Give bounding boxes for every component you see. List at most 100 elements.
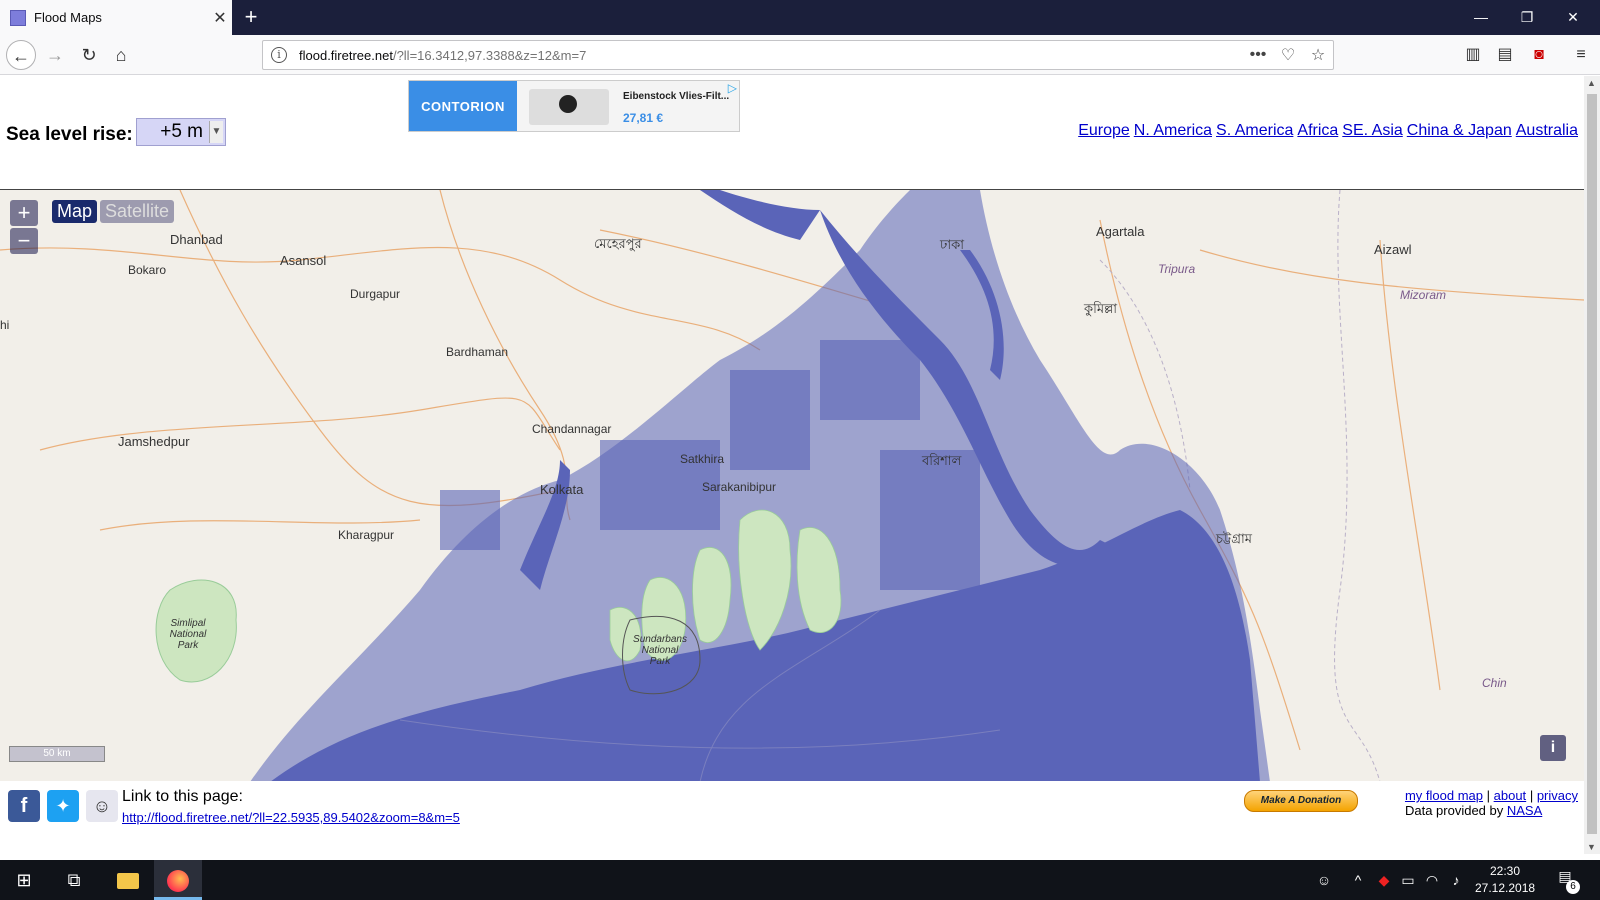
separator: | bbox=[1529, 788, 1537, 803]
ad-brand: CONTORION bbox=[409, 81, 517, 131]
tab-flood-maps[interactable]: Flood Maps ✕ bbox=[0, 0, 232, 35]
home-button[interactable]: ⌂ bbox=[106, 40, 136, 70]
map-place-label: Asansol bbox=[280, 253, 327, 268]
volume-icon[interactable]: ♪ bbox=[1446, 860, 1466, 900]
firefox-icon[interactable] bbox=[154, 860, 202, 900]
map-place-label: মেহেরপুর bbox=[594, 236, 642, 251]
map-place-label: Mizoram bbox=[1400, 288, 1447, 302]
map-place-label: Satkhira bbox=[680, 452, 725, 466]
permalink[interactable]: http://flood.firetree.net/?ll=22.5935,89… bbox=[122, 810, 460, 825]
page-actions-icon[interactable]: ••• bbox=[1243, 46, 1273, 64]
scale-bar: 50 km bbox=[9, 746, 105, 762]
map-info-button[interactable]: i bbox=[1540, 735, 1566, 761]
sea-level-select[interactable]: +5 m ▼ bbox=[136, 118, 226, 146]
library-icon[interactable]: ▥ bbox=[1458, 40, 1488, 70]
satellite-button[interactable]: Satellite bbox=[100, 200, 175, 223]
map-place-label: Dhanbad bbox=[170, 232, 223, 247]
map-place-label: Aizawl bbox=[1374, 242, 1412, 257]
map-place-label: চট্টগ্রাম bbox=[1216, 531, 1252, 546]
map-place-label: Agartala bbox=[1096, 224, 1145, 239]
address-bar[interactable]: i flood.firetree.net/?ll=16.3412,97.3388… bbox=[262, 40, 1334, 70]
url-text[interactable]: flood.firetree.net/?ll=16.3412,97.3388&z… bbox=[299, 48, 1243, 63]
map-button[interactable]: Map bbox=[52, 200, 98, 223]
region-link[interactable]: SE. Asia bbox=[1342, 122, 1402, 139]
zoom-in-button[interactable]: + bbox=[10, 200, 38, 226]
vertical-scrollbar[interactable]: ▲ ▼ bbox=[1584, 76, 1600, 854]
map-place-label: Bokaro bbox=[128, 263, 167, 277]
restore-button[interactable]: ❐ bbox=[1504, 0, 1550, 35]
ad-product-name: Eibenstock Vlies-Filt... bbox=[623, 91, 730, 102]
windows-start-icon[interactable]: ⊞ bbox=[0, 860, 48, 900]
new-tab-button[interactable]: + bbox=[238, 4, 264, 30]
title-bar: Flood Maps ✕ + — ❐ ✕ bbox=[0, 0, 1600, 35]
advertisement[interactable]: CONTORION Eibenstock Vlies-Filt... 27,81… bbox=[408, 80, 740, 132]
back-button[interactable]: ← bbox=[6, 40, 36, 70]
scroll-down-icon[interactable]: ▼ bbox=[1587, 842, 1596, 852]
forward-button[interactable]: → bbox=[40, 40, 70, 70]
facebook-icon[interactable]: f bbox=[8, 790, 40, 822]
extension-icon[interactable]: ◙ bbox=[1524, 40, 1554, 70]
bookmark-star-icon[interactable]: ☆ bbox=[1303, 45, 1333, 65]
tab-title: Flood Maps bbox=[34, 10, 102, 25]
map-type-switch: Map Satellite bbox=[52, 200, 175, 223]
map-place-label: কুমিল্লা bbox=[1084, 301, 1118, 316]
chevron-up-icon[interactable]: ^ bbox=[1348, 860, 1368, 900]
map-place-label: Sundarbans National Park bbox=[633, 634, 687, 667]
nasa-link[interactable]: NASA bbox=[1507, 803, 1542, 818]
link-title: Link to this page: bbox=[122, 788, 243, 805]
ad-price: 27,81 € bbox=[623, 111, 664, 125]
favicon-icon bbox=[10, 9, 26, 26]
sea-level-label: Sea level rise: bbox=[6, 124, 133, 145]
map-place-label: Chandannagar bbox=[532, 422, 612, 436]
task-view-icon[interactable]: ⧉ bbox=[50, 860, 98, 900]
region-links: Europe N. America S. America Africa SE. Asia… bbox=[1074, 122, 1578, 140]
my-flood-map-link[interactable]: my flood map bbox=[1405, 788, 1483, 803]
close-tab-icon[interactable]: ✕ bbox=[208, 8, 232, 28]
donate-button[interactable]: Make A Donation bbox=[1244, 790, 1358, 812]
flood-map[interactable]: + − Map Satellite Dhanbad Bokaro Asansol Du… bbox=[0, 189, 1584, 781]
close-window-button[interactable]: ✕ bbox=[1550, 0, 1596, 35]
antivirus-icon[interactable]: ◆ bbox=[1374, 860, 1394, 900]
twitter-icon[interactable]: ✦ bbox=[47, 790, 79, 822]
sea-level-value: +5 m bbox=[160, 121, 203, 142]
footer: f ✦ ☺ Link to this page: http://flood.fi… bbox=[0, 782, 1584, 848]
pocket-icon[interactable]: ♡ bbox=[1273, 45, 1303, 65]
ad-product-image bbox=[529, 89, 609, 125]
region-link[interactable]: S. America bbox=[1216, 122, 1293, 139]
taskbar: ⊞ ⧉ ☺ ^ ◆ ▭ ◠ ♪ 22:30 27.12.2018 ▤ 6 bbox=[0, 860, 1600, 900]
reddit-icon[interactable]: ☺ bbox=[86, 790, 118, 822]
battery-icon[interactable]: ▭ bbox=[1398, 860, 1418, 900]
region-link[interactable]: Africa bbox=[1297, 122, 1338, 139]
map-place-label: Jamshedpur bbox=[118, 434, 190, 449]
menu-icon[interactable]: ≡ bbox=[1566, 40, 1596, 70]
map-canvas bbox=[0, 190, 1584, 781]
file-explorer-icon[interactable] bbox=[104, 860, 152, 900]
site-info-icon[interactable]: i bbox=[271, 47, 287, 63]
scroll-up-icon[interactable]: ▲ bbox=[1587, 78, 1596, 88]
adchoices-icon[interactable]: ▷ bbox=[728, 81, 737, 95]
sidebar-icon[interactable]: ▤ bbox=[1490, 40, 1520, 70]
about-link[interactable]: about bbox=[1494, 788, 1527, 803]
wifi-icon[interactable]: ◠ bbox=[1422, 860, 1442, 900]
map-place-label: hi bbox=[0, 318, 10, 332]
region-link[interactable]: Australia bbox=[1516, 122, 1578, 139]
map-place-label: Durgapur bbox=[350, 287, 401, 301]
footer-links: my flood map | about | privacy Data prov… bbox=[1405, 788, 1578, 818]
map-place-label: Kharagpur bbox=[338, 528, 395, 542]
people-icon[interactable]: ☺ bbox=[1312, 860, 1336, 900]
system-clock[interactable]: 22:30 27.12.2018 bbox=[1475, 863, 1535, 897]
notifications-icon[interactable]: ▤ 6 bbox=[1554, 868, 1580, 894]
reload-button[interactable]: ↻ bbox=[74, 40, 104, 70]
region-link[interactable]: N. America bbox=[1134, 122, 1212, 139]
map-place-label: Sarakanibipur bbox=[702, 480, 777, 494]
minimize-button[interactable]: — bbox=[1458, 0, 1504, 35]
region-link[interactable]: Europe bbox=[1078, 122, 1130, 139]
map-place-label: Kolkata bbox=[540, 482, 584, 497]
chevron-down-icon[interactable]: ▼ bbox=[209, 121, 223, 143]
scrollbar-thumb[interactable] bbox=[1587, 94, 1597, 834]
zoom-out-button[interactable]: − bbox=[10, 228, 38, 254]
navigation-toolbar: ← → ↻ ⌂ i flood.firetree.net/?ll=16.3412… bbox=[0, 35, 1600, 75]
map-place-label: Chin bbox=[1482, 676, 1507, 690]
region-link[interactable]: China & Japan bbox=[1407, 122, 1512, 139]
privacy-link[interactable]: privacy bbox=[1537, 788, 1578, 803]
